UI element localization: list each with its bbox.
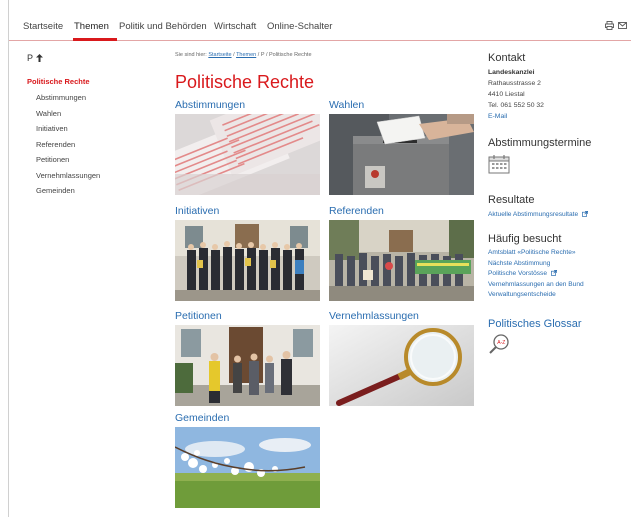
sidebar-letter-label: P (27, 53, 34, 63)
nav-themen[interactable]: Themen (74, 21, 109, 32)
tile-image-referenden[interactable] (329, 220, 474, 301)
tile-title[interactable]: Abstimmungen (175, 98, 320, 112)
external-link-icon (550, 270, 557, 276)
tile-image-petitionen[interactable] (175, 325, 320, 406)
tile-image-gemeinden[interactable] (175, 427, 320, 508)
tile-gemeinden[interactable]: Gemeinden (175, 411, 320, 508)
tile-title[interactable]: Petitionen (175, 309, 320, 323)
tile-title[interactable]: Vernehmlassungen (329, 309, 474, 323)
sidebar-item-initiativen[interactable]: Initiativen (27, 121, 167, 137)
nav-wirtschaft[interactable]: Wirtschaft (214, 21, 256, 32)
resultate-heading: Resultate (488, 194, 535, 206)
glossar-section: Politisches Glossar A-Z (488, 318, 628, 360)
main-content: Sie sind hier: Startseite / Themen / P /… (175, 52, 475, 508)
sidebar-item-abstimmungen[interactable]: Abstimmungen (27, 90, 167, 106)
breadcrumb-home-link[interactable]: Startseite (208, 52, 231, 58)
nav-politik-und-behoerden[interactable]: Politik und Behörden (119, 21, 207, 32)
haeufig-section: Häufig besucht Amtsblatt «Politische Rec… (488, 233, 628, 301)
page-title: Politische Rechte (175, 72, 315, 92)
haeufig-link-vernehmlassungen-bund[interactable]: Vernehmlassungen an den Bund (488, 280, 628, 291)
kontakt-phone: Tel. 061 552 50 32 (488, 102, 544, 109)
kontakt-section: Kontakt Landeskanzlei Rathausstrasse 2 4… (488, 52, 628, 122)
tile-title[interactable]: Gemeinden (175, 411, 320, 425)
tile-title[interactable]: Referenden (329, 204, 474, 218)
sidebar-list: Abstimmungen Wahlen Initiativen Referend… (27, 90, 167, 199)
sidebar-current-page[interactable]: Politische Rechte (27, 77, 167, 86)
mail-icon[interactable] (618, 21, 627, 30)
tile-referenden[interactable]: Referenden (329, 204, 474, 301)
haeufig-heading: Häufig besucht (488, 233, 562, 245)
nav-startseite[interactable]: Startseite (23, 21, 63, 32)
active-tab-indicator (73, 38, 117, 41)
tile-petitionen[interactable]: Petitionen (175, 309, 320, 406)
haeufig-link-naechste-abstimmung[interactable]: Nächste Abstimmung (488, 259, 628, 270)
kontakt-org: Landeskanzlei (488, 69, 535, 76)
haeufig-link-amtsblatt[interactable]: Amtsblatt «Politische Rechte» (488, 248, 628, 259)
print-icon[interactable] (605, 21, 614, 30)
tile-vernehmlassungen[interactable]: Vernehmlassungen (329, 309, 474, 406)
tile-image-initiativen[interactable] (175, 220, 320, 301)
tile-image-wahlen[interactable] (329, 114, 474, 195)
tile-title[interactable]: Wahlen (329, 98, 474, 112)
kontakt-city: 4410 Liestal (488, 91, 525, 98)
tile-image-vernehmlassungen[interactable] (329, 325, 474, 406)
tile-image-abstimmungen[interactable] (175, 114, 320, 195)
tile-abstimmungen[interactable]: Abstimmungen (175, 98, 320, 195)
external-link-icon (582, 211, 588, 217)
sidebar-item-referenden[interactable]: Referenden (27, 137, 167, 153)
resultate-link[interactable]: Aktuelle Abstimmungsresultate (488, 211, 578, 218)
sidebar-item-vernehmlassungen[interactable]: Vernehmlassungen (27, 168, 167, 184)
breadcrumb: Sie sind hier: Startseite / Themen / P /… (175, 52, 475, 58)
haeufig-link-label: Politische Vorstösse (488, 270, 548, 277)
sidebar-item-petitionen[interactable]: Petitionen (27, 152, 167, 168)
arrow-up-icon (36, 54, 44, 62)
sidebar-letter[interactable]: P (27, 53, 167, 63)
breadcrumb-themen-link[interactable]: Themen (236, 52, 256, 58)
page-frame: Startseite Themen Politik und Behörden W… (8, 0, 631, 517)
top-navigation: Startseite Themen Politik und Behörden W… (9, 0, 631, 41)
tile-initiativen[interactable]: Initiativen (175, 204, 320, 301)
left-sidebar: P Politische Rechte Abstimmungen Wahlen … (27, 53, 167, 199)
termine-section: Abstimmungstermine (488, 137, 628, 179)
haeufig-link-verwaltungsentscheide[interactable]: Verwaltungsentscheide (488, 290, 628, 301)
sidebar-item-gemeinden[interactable]: Gemeinden (27, 183, 167, 199)
tool-icons (605, 21, 627, 30)
kontakt-street: Rathausstrasse 2 (488, 80, 541, 87)
calendar-icon[interactable] (488, 154, 628, 179)
svg-text:A-Z: A-Z (497, 340, 505, 346)
haeufig-link-politische-vorstoesse[interactable]: Politische Vorstösse (488, 269, 628, 280)
sidebar-item-wahlen[interactable]: Wahlen (27, 106, 167, 122)
breadcrumb-prefix: Sie sind hier: (175, 52, 207, 58)
breadcrumb-current: Politische Rechte (269, 52, 312, 58)
resultate-section: Resultate Aktuelle Abstimmungsresultate (488, 194, 628, 221)
tile-wahlen[interactable]: Wahlen (329, 98, 474, 195)
tile-title[interactable]: Initiativen (175, 204, 320, 218)
nav-online-schalter[interactable]: Online-Schalter (267, 21, 332, 32)
glossary-magnifier-icon[interactable]: A-Z (488, 333, 628, 360)
kontakt-email-link[interactable]: E-Mail (488, 111, 628, 122)
termine-heading[interactable]: Abstimmungstermine (488, 137, 628, 149)
haeufig-links: Amtsblatt «Politische Rechte» Nächste Ab… (488, 248, 628, 301)
kontakt-heading: Kontakt (488, 52, 526, 64)
glossar-heading[interactable]: Politisches Glossar (488, 318, 628, 330)
